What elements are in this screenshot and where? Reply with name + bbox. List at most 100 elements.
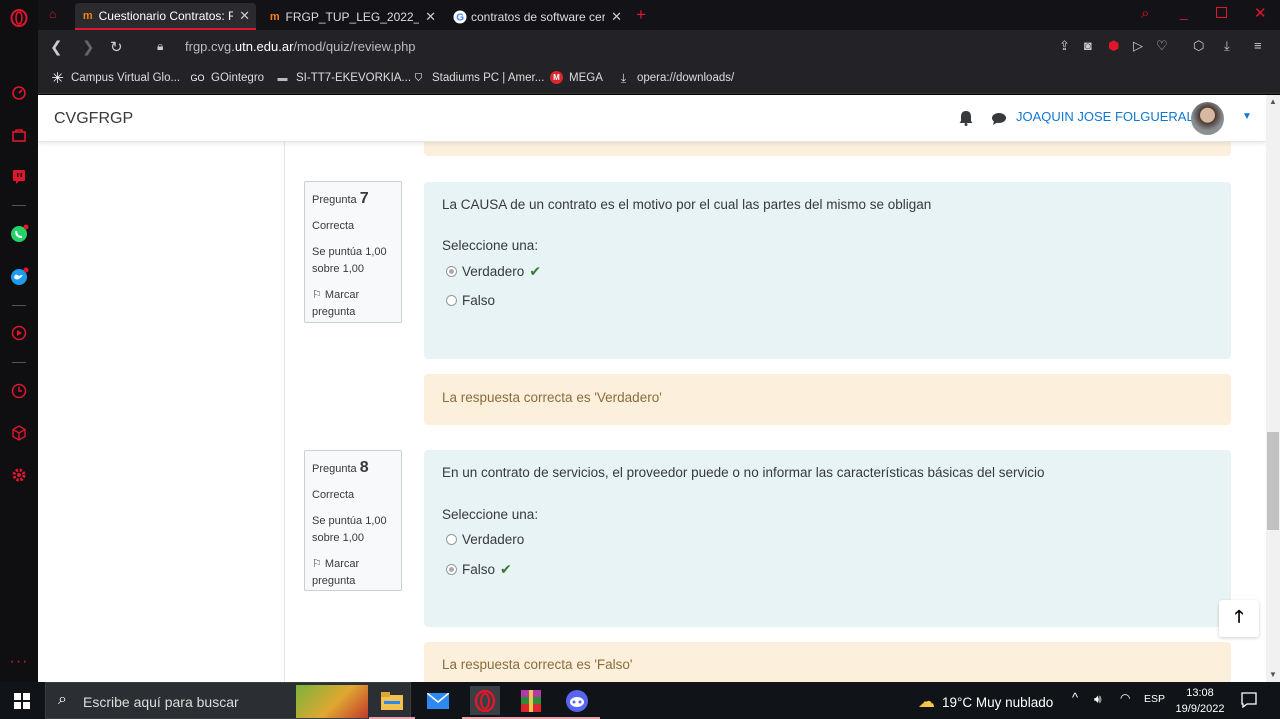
search-tabs-icon[interactable]: ⌕: [1141, 5, 1149, 22]
extensions-cube-icon[interactable]: [9, 423, 29, 443]
scroll-up-arrow-icon[interactable]: ▲: [1269, 97, 1277, 106]
url-prefix: frgp.cvg.: [185, 39, 235, 54]
volume-icon[interactable]: 🔊︎: [1094, 692, 1102, 707]
radio-button[interactable]: [446, 534, 457, 545]
player-icon[interactable]: [9, 323, 29, 343]
tab-google[interactable]: G contratos de software cerra ✕: [447, 3, 628, 30]
answer-option-falso[interactable]: Falso ✔: [446, 561, 512, 578]
clock-date: 19/9/2022: [1175, 703, 1225, 715]
url-field[interactable]: frgp.cvg.utn.edu.ar/mod/quiz/review.php: [185, 39, 416, 54]
bookmark-label: opera://downloads/: [637, 72, 735, 84]
maximize-icon[interactable]: [1216, 7, 1227, 18]
tab-cuestionario[interactable]: m Cuestionario Contratos: Re ✕: [75, 3, 256, 30]
radio-button[interactable]: [446, 295, 457, 306]
weather-widget[interactable]: ☁ 19°C Muy nublado: [918, 692, 1053, 712]
winrar-icon[interactable]: [508, 686, 554, 719]
vpn-shield-icon[interactable]: ⬢: [1108, 38, 1119, 54]
notifications-bell-icon[interactable]: [959, 110, 973, 131]
moodle-icon: m: [269, 10, 280, 23]
user-menu-name[interactable]: JOAQUIN JOSE FOLGUERAL: [1016, 109, 1194, 124]
right-answer-text: La respuesta correcta es 'Falso': [442, 657, 633, 672]
discord-icon[interactable]: [554, 686, 600, 719]
site-name-link[interactable]: CVGFRGP: [54, 110, 133, 128]
page-scrollbar[interactable]: ▲ ▼: [1266, 95, 1280, 682]
speed-dial-icon[interactable]: [9, 83, 29, 103]
bookmark-label: Campus Virtual Glo...: [71, 72, 181, 84]
bookmark-campus[interactable]: ✳ Campus Virtual Glo...: [50, 70, 181, 87]
bookmarks-bar: ✳ Campus Virtual Glo... GO GOintegro ▬ SI-T…: [38, 63, 1280, 94]
windows-taskbar: ⌕ Escribe aquí para buscar ☁ 19°C Muy nu…: [0, 682, 1280, 719]
answer-option-verdadero[interactable]: Verdadero: [446, 532, 524, 547]
user-avatar[interactable]: [1191, 102, 1224, 135]
new-tab-icon[interactable]: +: [636, 5, 646, 25]
tab-frgp[interactable]: m FRGP_TUP_LEG_2022_2C: M ✕: [262, 3, 442, 30]
twitter-icon[interactable]: [9, 267, 29, 287]
close-tab-icon[interactable]: ✕: [239, 8, 250, 24]
mega-icon: M: [550, 71, 563, 84]
option-label: Verdadero: [462, 532, 525, 547]
back-icon[interactable]: ❮: [50, 38, 63, 56]
minimize-icon[interactable]: _: [1180, 4, 1188, 20]
reload-icon[interactable]: ↻: [110, 38, 123, 56]
messages-chat-icon[interactable]: [991, 112, 1007, 131]
cube-icon[interactable]: ⬡: [1193, 38, 1204, 54]
file-explorer-icon[interactable]: [369, 686, 415, 719]
question-grade: Se puntúa 1,00 sobre 1,00: [312, 515, 387, 544]
notifications-center-icon[interactable]: [1241, 692, 1257, 713]
heart-icon[interactable]: ♡: [1156, 38, 1168, 54]
scroll-down-arrow-icon[interactable]: ▼: [1269, 670, 1277, 679]
scrollbar-thumb[interactable]: [1267, 432, 1279, 530]
send-icon[interactable]: ▷: [1133, 38, 1143, 54]
bookmark-si-tt7[interactable]: ▬ SI-TT7-EKEVORKIA...: [275, 71, 412, 85]
radio-button[interactable]: [446, 266, 457, 277]
show-hidden-icons-chevron-icon[interactable]: ^: [1072, 690, 1078, 705]
url-path: /mod/quiz/review.php: [293, 39, 416, 54]
twitch-icon[interactable]: [9, 167, 29, 187]
easy-setup-icon[interactable]: ≡: [1254, 38, 1262, 53]
taskbar-clock[interactable]: 13:08 19/9/2022: [1170, 685, 1230, 717]
bookmark-downloads[interactable]: ⤓ opera://downloads/: [616, 71, 734, 85]
more-options-icon[interactable]: ···: [9, 652, 29, 672]
workspaces-icon[interactable]: ⌂: [49, 7, 56, 21]
history-icon[interactable]: [9, 381, 29, 401]
bookmark-gointegro[interactable]: GO GOintegro: [190, 71, 264, 85]
bookmark-stadiums[interactable]: ⛉ Stadiums PC | Amer...: [411, 71, 545, 85]
opera-logo-icon[interactable]: [9, 8, 29, 28]
flag-question-link[interactable]: ⚐ Marcar pregunta: [312, 556, 394, 590]
right-answer-text: La respuesta correcta es 'Verdadero': [442, 390, 662, 405]
answer-option-falso[interactable]: Falso: [446, 293, 495, 308]
answer-prompt: Seleccione una:: [442, 238, 539, 253]
close-tab-icon[interactable]: ✕: [425, 9, 436, 25]
top-navbar: CVGFRGP JOAQUIN JOSE FOLGUERAL ▼: [38, 95, 1266, 142]
question-number: 8: [359, 459, 369, 476]
close-window-icon[interactable]: ✕: [1254, 4, 1267, 22]
page-content: CVGFRGP JOAQUIN JOSE FOLGUERAL ▼ Pregunt…: [38, 95, 1266, 682]
close-tab-icon[interactable]: ✕: [611, 9, 622, 25]
google-icon: G: [453, 10, 467, 24]
opera-taskbar-icon[interactable]: [462, 686, 508, 719]
download-icon[interactable]: ⤓: [1224, 38, 1230, 54]
question-text: En un contrato de servicios, el proveedo…: [442, 465, 1045, 480]
wifi-icon[interactable]: ◠: [1120, 691, 1130, 705]
whatsapp-icon[interactable]: [9, 224, 29, 244]
language-indicator[interactable]: ESP: [1144, 693, 1165, 705]
mail-icon[interactable]: [423, 686, 453, 715]
windows-start-icon[interactable]: [14, 693, 30, 714]
snapshot-icon[interactable]: ◙: [1084, 38, 1092, 53]
forward-icon[interactable]: ❯: [82, 38, 95, 56]
flag-question-link[interactable]: ⚐ Marcar pregunta: [312, 287, 394, 321]
shopping-bag-icon[interactable]: [9, 125, 29, 145]
weather-text: 19°C Muy nublado: [942, 694, 1054, 710]
radio-button[interactable]: [446, 564, 457, 575]
tab-title: Cuestionario Contratos: Re: [98, 8, 234, 23]
lock-icon: 🔒︎: [157, 39, 164, 53]
answer-option-verdadero[interactable]: Verdadero ✔: [446, 263, 541, 280]
back-to-top-button[interactable]: 🡑: [1219, 600, 1259, 637]
bookmark-mega[interactable]: M MEGA: [550, 71, 603, 84]
settings-gear-icon[interactable]: [9, 465, 29, 485]
share-icon[interactable]: ⇪: [1059, 38, 1070, 54]
taskbar-search-box[interactable]: ⌕ Escribe aquí para buscar: [45, 682, 411, 719]
search-highlight-image: [296, 685, 368, 718]
question-7-info: Pregunta 7 Correcta Se puntúa 1,00 sobre…: [304, 181, 402, 323]
user-menu-caret-icon[interactable]: ▼: [1242, 111, 1252, 122]
